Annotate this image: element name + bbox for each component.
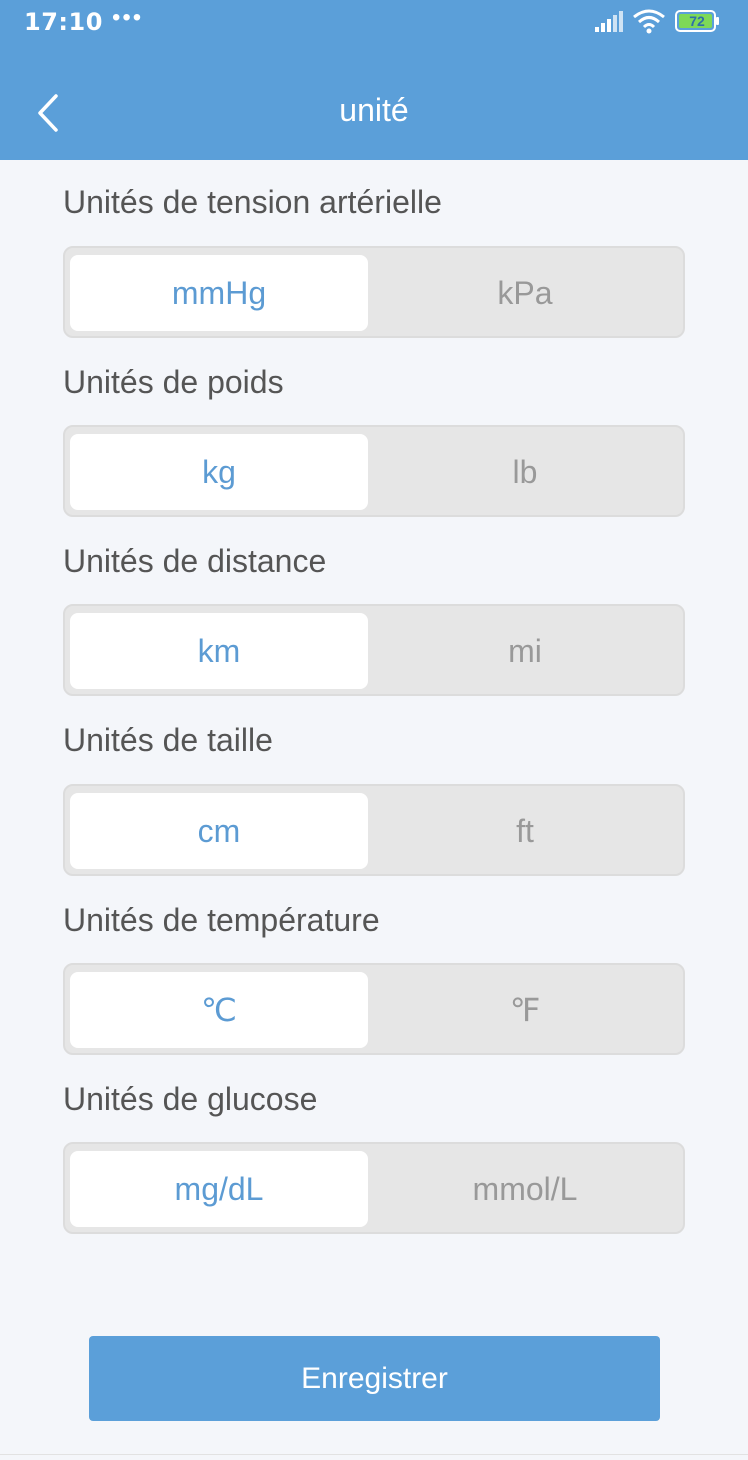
- blood-pressure-units-label: Unités de tension artérielle: [63, 184, 442, 220]
- option-celsius[interactable]: ℃: [70, 972, 368, 1048]
- blood-pressure-unit-selector: mmHg kPa: [63, 246, 685, 338]
- option-km[interactable]: km: [70, 613, 368, 689]
- signal-icon: [595, 11, 623, 32]
- page-title: unité: [339, 92, 409, 128]
- status-bar: 17:10 ••• 72: [0, 0, 748, 44]
- battery-level: 72: [689, 13, 705, 29]
- option-kpa[interactable]: kPa: [376, 255, 674, 331]
- bottom-divider: [0, 1454, 748, 1455]
- distance-units-label: Unités de distance: [63, 543, 327, 579]
- option-mmol-l[interactable]: mmol/L: [376, 1151, 674, 1227]
- temperature-unit-selector: ℃ ℉: [63, 963, 685, 1055]
- option-mg-dl[interactable]: mg/dL: [70, 1151, 368, 1227]
- option-lb[interactable]: lb: [376, 434, 674, 510]
- option-mi[interactable]: mi: [376, 613, 674, 689]
- save-button[interactable]: Enregistrer: [89, 1336, 660, 1421]
- glucose-units-label: Unités de glucose: [63, 1081, 318, 1117]
- weight-unit-selector: kg lb: [63, 425, 685, 517]
- status-time: 17:10: [24, 8, 103, 36]
- app-header: 17:10 ••• 72 unité: [0, 0, 748, 160]
- distance-unit-selector: km mi: [63, 604, 685, 696]
- notification-dots-icon: •••: [112, 4, 144, 31]
- option-ft[interactable]: ft: [376, 793, 674, 869]
- wifi-icon: [633, 9, 665, 34]
- height-unit-selector: cm ft: [63, 784, 685, 876]
- option-kg[interactable]: kg: [70, 434, 368, 510]
- option-cm[interactable]: cm: [70, 793, 368, 869]
- temperature-units-label: Unités de température: [63, 902, 380, 938]
- glucose-unit-selector: mg/dL mmol/L: [63, 1142, 685, 1234]
- option-mmhg[interactable]: mmHg: [70, 255, 368, 331]
- height-units-label: Unités de taille: [63, 722, 273, 758]
- option-fahrenheit[interactable]: ℉: [376, 972, 674, 1048]
- weight-units-label: Unités de poids: [63, 364, 284, 400]
